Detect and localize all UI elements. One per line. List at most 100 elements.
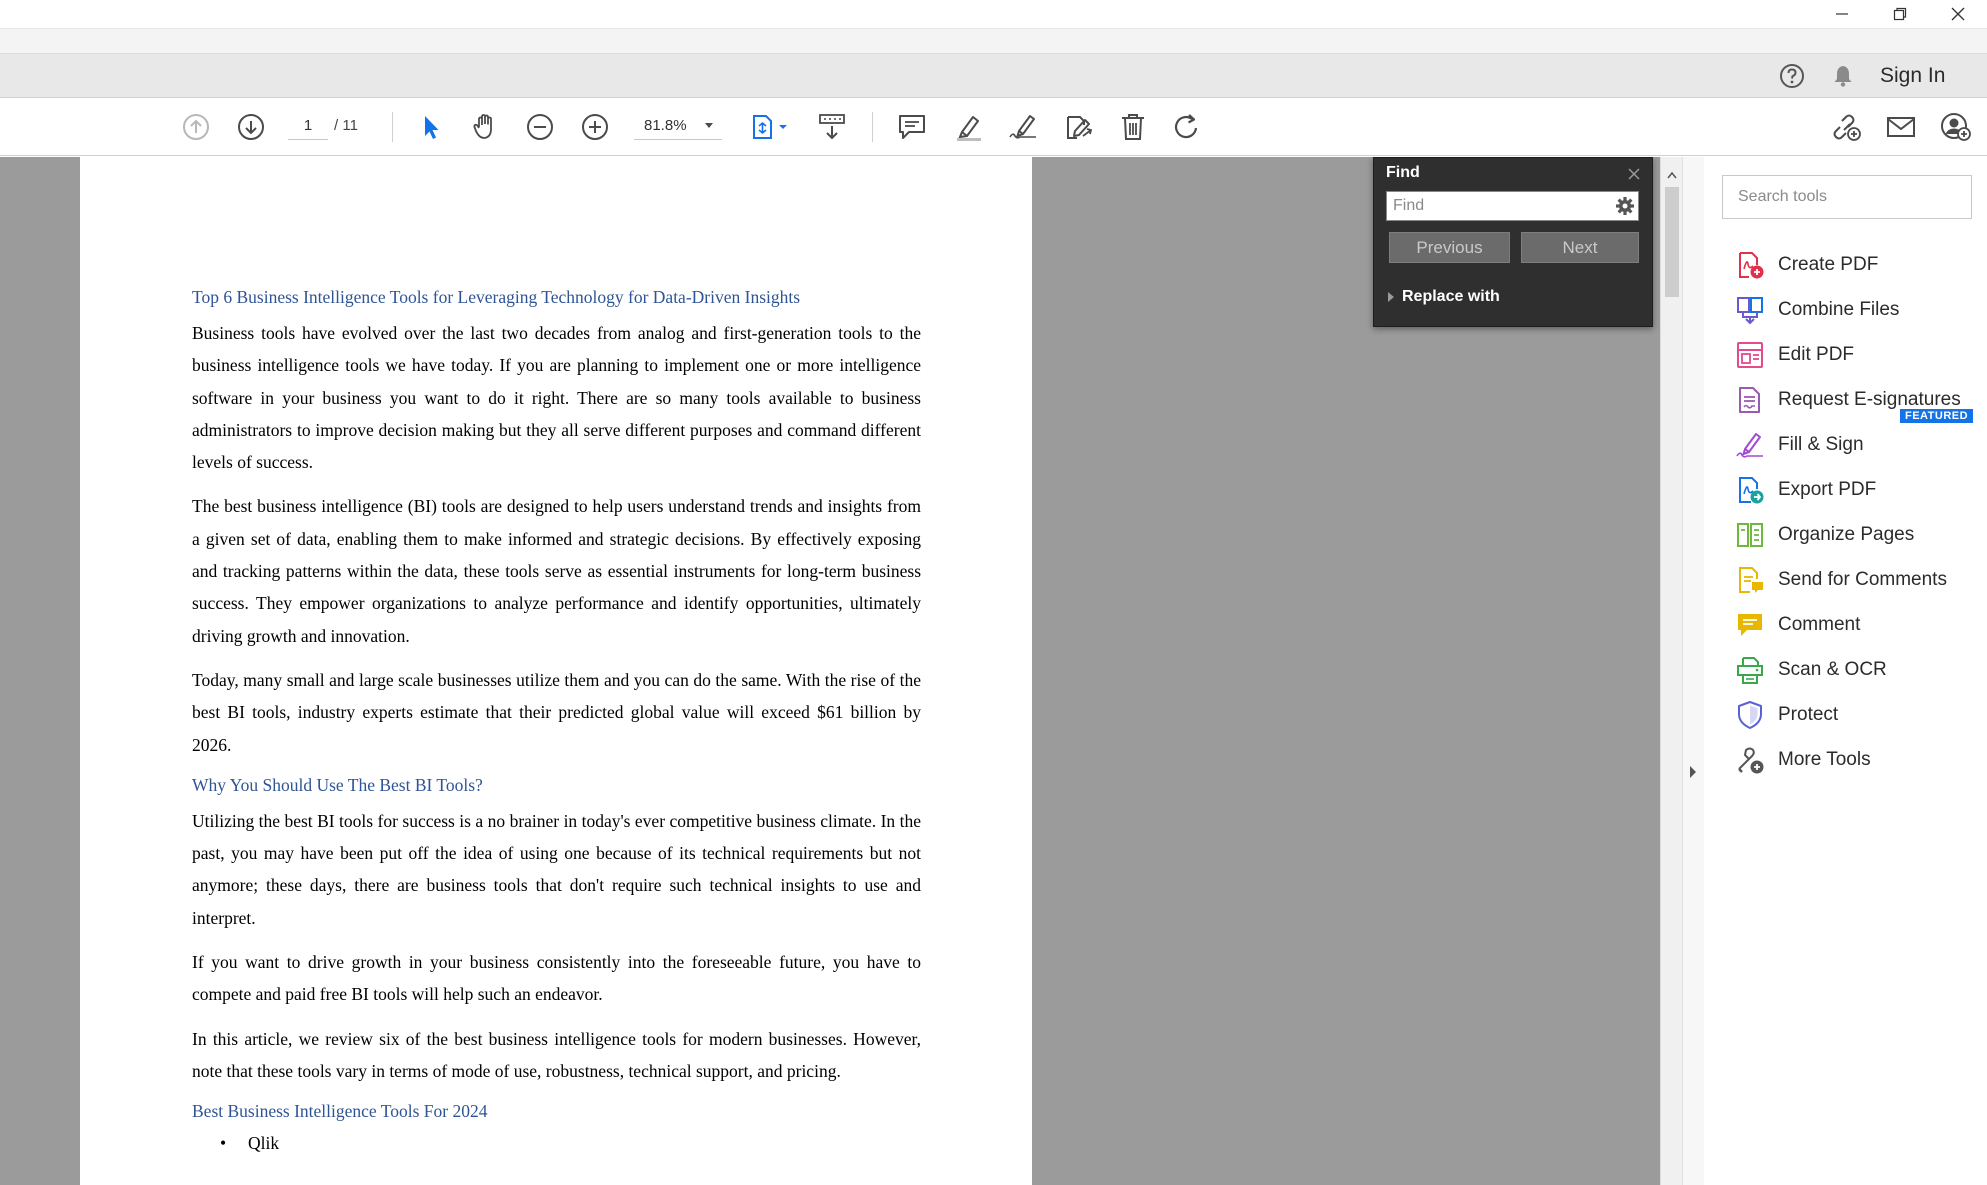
cursor-arrow-icon: [425, 116, 439, 139]
share-link-icon: [1833, 114, 1861, 141]
tool-more-tools[interactable]: More Tools: [1734, 740, 1871, 780]
select-tool-button[interactable]: [414, 110, 448, 144]
restore-button[interactable]: [1871, 0, 1929, 28]
vertical-scrollbar[interactable]: [1660, 157, 1682, 1185]
zoom-out-icon: [527, 114, 553, 140]
document-viewer[interactable]: Top 6 Business Intelligence Tools for Le…: [0, 157, 1660, 1185]
next-page-button[interactable]: [234, 110, 268, 144]
close-icon: [1628, 168, 1640, 180]
notifications-button[interactable]: [1830, 63, 1856, 89]
tool-label: Combine Files: [1778, 299, 1900, 320]
tool-request-esignatures[interactable]: Request E-signatures: [1734, 380, 1961, 420]
email-icon: [1887, 117, 1915, 137]
find-next-button[interactable]: Next: [1521, 232, 1639, 263]
highlighter-icon: [957, 116, 981, 141]
zoom-in-icon: [582, 114, 608, 140]
tool-send-for-comments[interactable]: Send for Comments: [1734, 560, 1947, 600]
page-number-input[interactable]: [288, 112, 328, 140]
doc-bullet-list: Qlik: [192, 1131, 921, 1155]
replace-with-toggle[interactable]: Replace with: [1388, 288, 1500, 306]
arrow-down-circle-icon: [238, 114, 264, 140]
find-input-box: [1386, 191, 1639, 221]
toolbar-divider: [872, 112, 873, 142]
scroll-up-button[interactable]: [1661, 167, 1683, 183]
more-tools-icon: [1734, 744, 1766, 776]
tool-create-pdf[interactable]: Create PDF: [1734, 245, 1878, 285]
tool-organize-pages[interactable]: Organize Pages: [1734, 515, 1914, 555]
tool-export-pdf[interactable]: Export PDF: [1734, 470, 1876, 510]
tool-fill-sign[interactable]: Fill & Sign: [1734, 425, 1864, 465]
doc-paragraph: Utilizing the best BI tools for success …: [192, 810, 921, 928]
email-button[interactable]: [1884, 110, 1918, 144]
send-for-signature-button[interactable]: [1061, 110, 1095, 144]
app-window: Sign In / 11 81.8%: [0, 0, 1987, 1185]
share-link-button[interactable]: [1829, 110, 1863, 144]
arrow-up-circle-icon: [183, 114, 209, 140]
pdf-page: Top 6 Business Intelligence Tools for Le…: [80, 157, 1032, 1185]
doc-paragraph: The best business intelligence (BI) tool…: [192, 496, 921, 646]
add-comment-button[interactable]: [895, 110, 929, 144]
hand-tool-button[interactable]: [468, 110, 502, 144]
trash-icon: [1122, 114, 1144, 140]
pane-splitter[interactable]: [1682, 157, 1704, 1185]
page-content: Top 6 Business Intelligence Tools for Le…: [192, 285, 921, 1155]
tool-label: Send for Comments: [1778, 569, 1947, 590]
doc-paragraph: If you want to drive growth in your busi…: [192, 952, 921, 1005]
chevron-right-icon: [1388, 292, 1394, 302]
request-esignatures-icon: [1734, 384, 1766, 416]
previous-page-button[interactable]: [179, 110, 213, 144]
scroll-thumb[interactable]: [1665, 187, 1679, 297]
search-tools-input[interactable]: [1722, 175, 1972, 219]
tool-edit-pdf[interactable]: Edit PDF: [1734, 335, 1854, 375]
close-window-button[interactable]: [1929, 0, 1987, 28]
share-sign-icon: [1067, 116, 1093, 139]
fit-page-icon: [753, 115, 787, 139]
share-people-button[interactable]: [1939, 110, 1973, 144]
tool-label: Request E-signatures: [1778, 389, 1961, 410]
zoom-out-button[interactable]: [523, 110, 557, 144]
find-input[interactable]: [1387, 192, 1607, 220]
scrolling-mode-button[interactable]: [815, 110, 849, 144]
tool-label: Export PDF: [1778, 479, 1877, 500]
list-item: Qlik: [220, 1131, 921, 1155]
find-previous-button[interactable]: Previous: [1389, 232, 1510, 263]
fit-page-button[interactable]: [746, 110, 794, 144]
protect-icon: [1734, 699, 1766, 731]
tool-label: Protect: [1778, 704, 1839, 725]
doc-heading-title: Top 6 Business Intelligence Tools for Le…: [192, 287, 801, 307]
find-close-button[interactable]: [1624, 164, 1644, 184]
export-pdf-icon: [1734, 474, 1766, 506]
zoom-dropdown[interactable]: 81.8%: [634, 112, 722, 140]
rotate-button[interactable]: [1170, 110, 1204, 144]
tool-label: Scan & OCR: [1778, 659, 1887, 680]
highlight-button[interactable]: [951, 110, 985, 144]
tool-label: Create PDF: [1778, 254, 1879, 275]
doc-paragraph: Business tools have evolved over the las…: [192, 323, 921, 473]
tool-label: Fill & Sign: [1778, 434, 1864, 455]
tool-label: More Tools: [1778, 749, 1871, 770]
help-button[interactable]: [1779, 63, 1805, 89]
combine-files-icon: [1734, 294, 1766, 326]
doc-heading-why: Why You Should Use The Best BI Tools?: [192, 774, 483, 795]
sign-button[interactable]: [1006, 110, 1040, 144]
menu-strip: [0, 28, 1987, 54]
tool-combine-files[interactable]: Combine Files: [1734, 290, 1899, 330]
chevron-down-icon: [705, 123, 713, 128]
minimize-button[interactable]: [1813, 0, 1871, 28]
scan-ocr-icon: [1734, 654, 1766, 686]
fill-sign-icon: [1734, 429, 1766, 461]
zoom-in-button[interactable]: [578, 110, 612, 144]
tool-label: Comment: [1778, 614, 1861, 635]
share-person-icon: [1941, 113, 1971, 141]
help-icon: [1780, 64, 1804, 88]
delete-button[interactable]: [1116, 110, 1150, 144]
gear-icon: [1616, 197, 1634, 215]
tool-protect[interactable]: Protect: [1734, 695, 1838, 735]
tool-comment[interactable]: Comment: [1734, 605, 1860, 645]
toolbar-divider: [392, 112, 393, 142]
title-bar: [0, 0, 1987, 28]
sign-in-button[interactable]: Sign In: [1880, 63, 1945, 89]
collapse-pane-icon[interactable]: [1688, 765, 1698, 779]
tool-scan-ocr[interactable]: Scan & OCR: [1734, 650, 1887, 690]
find-options-button[interactable]: [1615, 196, 1635, 216]
